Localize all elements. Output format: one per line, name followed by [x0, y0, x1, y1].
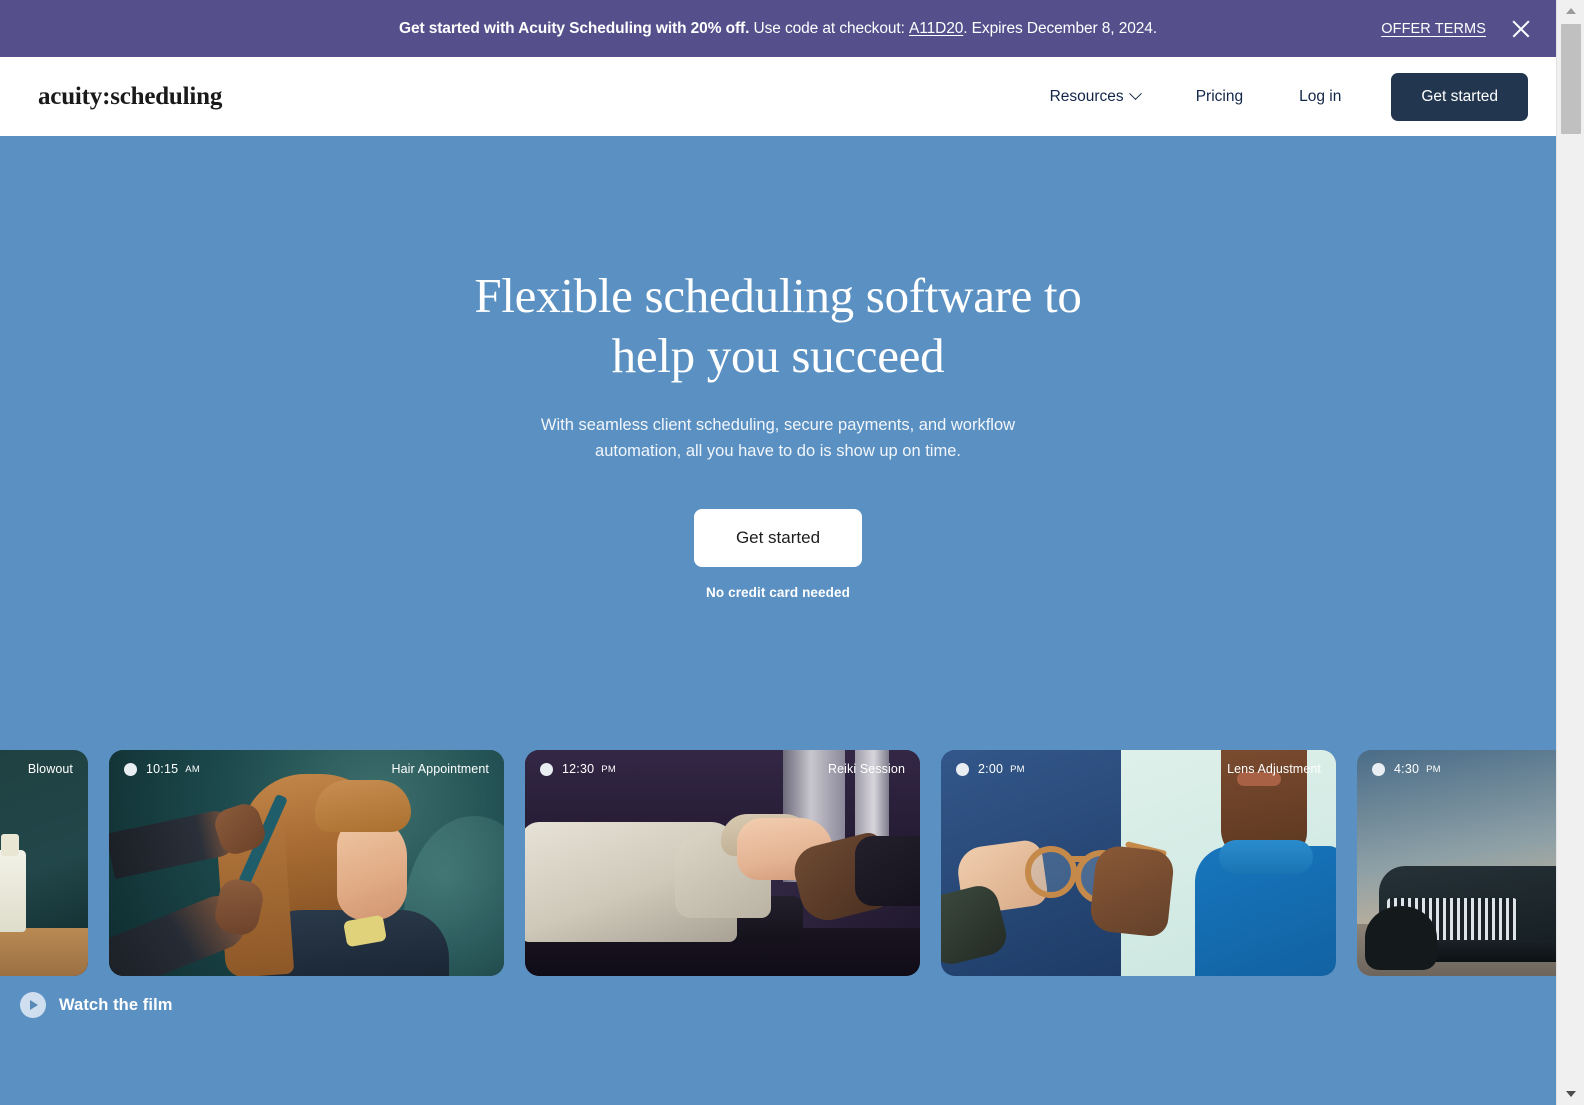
nav-item-resources-label: Resources — [1049, 87, 1124, 105]
play-triangle — [30, 1000, 38, 1010]
promo-body-before: Use code at checkout: — [753, 19, 905, 37]
main-navbar: acuity:scheduling Resources Pricing Log … — [0, 57, 1556, 136]
vertical-scrollbar[interactable] — [1556, 0, 1584, 1105]
card-label: 4:30 PM — [1357, 762, 1556, 776]
chevron-down-icon — [1128, 87, 1142, 101]
scroll-down-triangle — [1566, 1091, 1576, 1097]
promo-banner: Get started with Acuity Scheduling with … — [0, 0, 1556, 57]
card-label: 2:00 PM Lens Adjustment — [941, 762, 1336, 776]
hero-section: Flexible scheduling software to help you… — [0, 136, 1556, 1105]
card-art-lens-left — [1025, 846, 1077, 898]
card-label: 12:30 PM Reiki Session — [525, 762, 920, 776]
chevron-down-icon[interactable] — [1557, 1083, 1584, 1105]
card-art-bottle — [0, 850, 26, 932]
card-time-ampm: PM — [1426, 763, 1441, 775]
appointment-card[interactable]: Blowout — [0, 750, 88, 976]
card-art-hand-right — [1088, 844, 1176, 938]
browser-viewport: Get started with Acuity Scheduling with … — [0, 0, 1556, 1105]
nav-item-pricing[interactable]: Pricing — [1168, 88, 1271, 106]
close-icon[interactable] — [1508, 16, 1534, 42]
promo-headline: Get started with Acuity Scheduling with … — [398, 19, 750, 37]
promo-message: Get started with Acuity Scheduling with … — [399, 21, 1157, 37]
card-service-label: Blowout — [27, 762, 73, 776]
card-time-value: 2:00 — [978, 762, 1004, 776]
card-time-label: 10:15 AM — [124, 762, 200, 776]
nav-item-login[interactable]: Log in — [1271, 88, 1369, 106]
chevron-up-icon[interactable] — [1557, 0, 1584, 22]
card-service-label: Hair Appointment — [391, 762, 489, 776]
status-dot-icon — [540, 762, 553, 776]
card-time-ampm: PM — [1010, 763, 1025, 775]
brand-logo[interactable]: acuity:scheduling — [38, 83, 222, 111]
card-art-bangs — [315, 780, 411, 832]
card-label: Blowout — [0, 762, 88, 776]
play-icon — [20, 992, 46, 1018]
card-time-label: 4:30 PM — [1372, 762, 1441, 776]
hero-content: Flexible scheduling software to help you… — [0, 136, 1556, 600]
card-time-label: 12:30 PM — [540, 762, 616, 776]
card-art-collar — [1219, 840, 1313, 874]
card-time-label: 2:00 PM — [956, 762, 1025, 776]
watch-film-label: Watch the film — [59, 995, 173, 1014]
hero-get-started-button[interactable]: Get started — [693, 508, 863, 567]
promo-actions: OFFER TERMS — [1381, 0, 1534, 57]
page-title: Flexible scheduling software to help you… — [474, 268, 1082, 383]
card-service-label: Lens Adjustment — [1227, 762, 1321, 776]
card-time-value: 12:30 — [562, 762, 595, 776]
card-time-ampm: AM — [185, 763, 200, 775]
offer-terms-link[interactable]: OFFER TERMS — [1381, 21, 1486, 37]
card-time-value: 4:30 — [1394, 762, 1420, 776]
card-art-table — [0, 928, 88, 976]
card-art-therapist-sleeve — [855, 836, 920, 906]
status-dot-icon — [1372, 762, 1385, 776]
card-art-bottle-cap — [1, 834, 19, 856]
card-time-value: 10:15 — [146, 762, 179, 776]
page-root: Get started with Acuity Scheduling with … — [0, 0, 1584, 1105]
promo-body-after: . Expires December 8, 2024. — [963, 19, 1157, 37]
appointment-card[interactable]: 12:30 PM Reiki Session — [525, 750, 920, 976]
appointment-card[interactable]: 2:00 PM Lens Adjustment — [941, 750, 1336, 976]
hero-subtitle: With seamless client scheduling, secure … — [540, 415, 1016, 461]
card-art-car-wheel — [1365, 906, 1437, 970]
appointment-card[interactable]: 4:30 PM — [1357, 750, 1556, 976]
hero-note: No credit card needed — [706, 584, 850, 600]
card-label: 10:15 AM Hair Appointment — [109, 762, 504, 776]
status-dot-icon — [124, 762, 137, 776]
scrollbar-thumb[interactable] — [1561, 24, 1581, 134]
appointment-card[interactable]: 10:15 AM Hair Appointment — [109, 750, 504, 976]
card-time-ampm: PM — [601, 763, 616, 775]
nav-links: Resources Pricing Log in Get started — [1022, 57, 1528, 136]
watch-film-button[interactable]: Watch the film — [20, 992, 173, 1018]
nav-item-login-label: Log in — [1299, 87, 1342, 105]
promo-code-link[interactable]: A11D20 — [909, 20, 963, 37]
status-dot-icon — [956, 762, 969, 776]
nav-item-resources[interactable]: Resources — [1022, 87, 1168, 106]
scroll-up-triangle — [1566, 8, 1576, 14]
appointment-card-carousel[interactable]: Blowout 10:15 AM Hair Appointment 12:30 … — [0, 750, 1556, 976]
nav-item-pricing-label: Pricing — [1195, 87, 1244, 105]
nav-get-started-button[interactable]: Get started — [1391, 72, 1528, 121]
card-service-label: Reiki Session — [827, 762, 905, 776]
